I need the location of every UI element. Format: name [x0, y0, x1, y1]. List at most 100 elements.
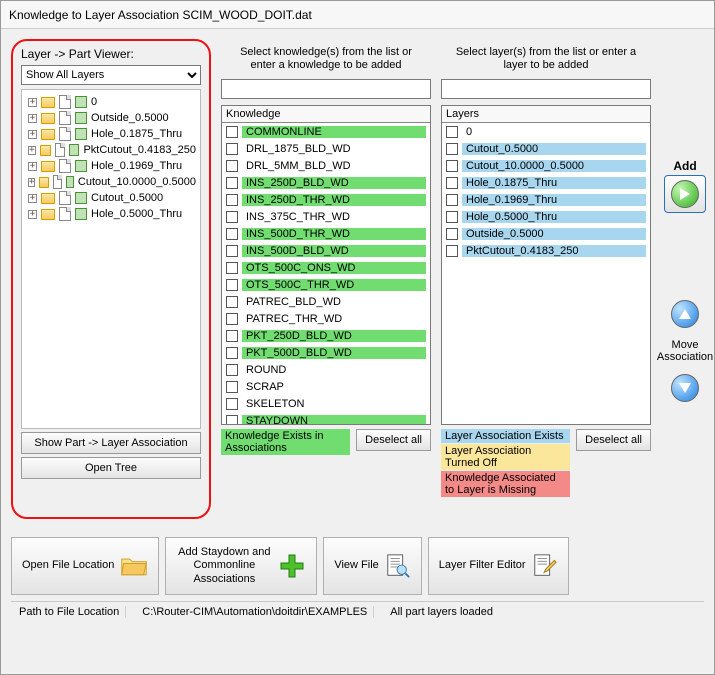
checkbox[interactable] [226, 330, 238, 342]
layer-item[interactable]: Outside_0.5000 [442, 225, 650, 242]
expand-icon[interactable]: + [28, 146, 36, 155]
tree-item[interactable]: +Cutout_0.5000 [24, 190, 198, 206]
knowledge-item[interactable]: INS_500D_BLD_WD [222, 242, 430, 259]
layers-search-input[interactable] [441, 79, 651, 99]
knowledge-item[interactable]: DRL_5MM_BLD_WD [222, 157, 430, 174]
knowledge-item[interactable]: DRL_1875_BLD_WD [222, 140, 430, 157]
knowledge-item[interactable]: SKELETON [222, 395, 430, 412]
layer-item-label: Outside_0.5000 [462, 228, 646, 240]
knowledge-item[interactable]: ROUND [222, 361, 430, 378]
tree-item[interactable]: + Outside_0.5000 [24, 110, 198, 126]
layers-list[interactable]: Layers 0Cutout_0.5000Cutout_10.0000_0.50… [441, 105, 651, 425]
checkbox[interactable] [226, 211, 238, 223]
checkbox[interactable] [226, 228, 238, 240]
layer-filter-dropdown[interactable]: Show All Layers [21, 65, 201, 85]
tree-item[interactable]: +Cutout_10.0000_0.5000 [24, 174, 198, 190]
checkbox[interactable] [226, 126, 238, 138]
layer-item-label: Hole_0.5000_Thru [462, 211, 646, 223]
knowledge-item[interactable]: SCRAP [222, 378, 430, 395]
tree-item[interactable]: +Hole_0.1875_Thru [24, 126, 198, 142]
knowledge-item[interactable]: INS_250D_BLD_WD [222, 174, 430, 191]
knowledge-item[interactable]: INS_250D_THR_WD [222, 191, 430, 208]
add-staydown-commonline-button[interactable]: Add Staydown and Commonline Associations [165, 537, 317, 595]
expand-icon[interactable]: + [28, 194, 37, 203]
tree-item-label: Hole_0.1969_Thru [91, 160, 182, 172]
tree-item[interactable]: + PktCutout_0.4183_250 [24, 142, 198, 158]
checkbox[interactable] [226, 245, 238, 257]
knowledge-item[interactable]: INS_500D_THR_WD [222, 225, 430, 242]
layer-item[interactable]: Cutout_0.5000 [442, 140, 650, 157]
checkbox[interactable] [226, 381, 238, 393]
knowledge-item[interactable]: INS_375C_THR_WD [222, 208, 430, 225]
expand-icon[interactable]: + [28, 98, 37, 107]
view-file-button[interactable]: View File [323, 537, 421, 595]
checkbox[interactable] [446, 211, 458, 223]
checkbox[interactable] [226, 398, 238, 410]
checkbox[interactable] [446, 126, 458, 138]
tree-item[interactable]: +0 [24, 94, 198, 110]
checkbox[interactable] [446, 160, 458, 172]
checkbox[interactable] [446, 143, 458, 155]
expand-icon[interactable]: + [28, 162, 37, 171]
checkbox[interactable] [226, 296, 238, 308]
expand-icon[interactable]: + [28, 178, 35, 187]
knowledge-item[interactable]: OTS_500C_ONS_WD [222, 259, 430, 276]
tree-item-label: Outside_0.5000 [91, 112, 169, 124]
layer-item[interactable]: Hole_0.1969_Thru [442, 191, 650, 208]
move-down-button[interactable] [664, 369, 706, 407]
tree-item-label: Hole_0.5000_Thru [91, 208, 182, 220]
show-part-layer-assoc-button[interactable]: Show Part -> Layer Association [21, 432, 201, 454]
checkbox[interactable] [226, 364, 238, 376]
knowledge-item[interactable]: PATREC_THR_WD [222, 310, 430, 327]
checkbox[interactable] [226, 313, 238, 325]
checkbox[interactable] [446, 228, 458, 240]
part-tree[interactable]: +0+Outside_0.5000+Hole_0.1875_Thru+PktCu… [21, 89, 201, 429]
checkbox[interactable] [226, 160, 238, 172]
tree-item[interactable]: + Hole_0.1969_Thru [24, 158, 198, 174]
checkbox[interactable] [226, 143, 238, 155]
checkbox[interactable] [446, 177, 458, 189]
checkbox[interactable] [226, 415, 238, 426]
layer-item[interactable]: Hole_0.5000_Thru [442, 208, 650, 225]
checkbox[interactable] [226, 177, 238, 189]
tree-item[interactable]: + Hole_0.5000_Thru [24, 206, 198, 222]
layer-item[interactable]: 0 [442, 123, 650, 140]
folder-icon [41, 161, 55, 172]
shape-icon [75, 192, 87, 204]
knowledge-item[interactable]: PKT_250D_BLD_WD [222, 327, 430, 344]
knowledge-list[interactable]: Knowledge COMMONLINEDRL_1875_BLD_WDDRL_5… [221, 105, 431, 425]
layer-item[interactable]: Hole_0.1875_Thru [442, 174, 650, 191]
open-file-location-button[interactable]: Open File Location [11, 537, 159, 595]
knowledge-deselect-button[interactable]: Deselect all [356, 429, 431, 451]
knowledge-item-label: DRL_1875_BLD_WD [242, 143, 426, 155]
layers-deselect-button[interactable]: Deselect all [576, 429, 651, 451]
checkbox[interactable] [446, 194, 458, 206]
layer-item-label: Cutout_0.5000 [462, 143, 646, 155]
knowledge-item[interactable]: COMMONLINE [222, 123, 430, 140]
move-up-button[interactable] [664, 295, 706, 333]
layer-item[interactable]: PktCutout_0.4183_250 [442, 242, 650, 259]
layer-item[interactable]: Cutout_10.0000_0.5000 [442, 157, 650, 174]
expand-icon[interactable]: + [28, 130, 37, 139]
open-tree-button[interactable]: Open Tree [21, 457, 201, 479]
checkbox[interactable] [226, 262, 238, 274]
add-button[interactable] [664, 175, 706, 213]
knowledge-item[interactable]: STAYDOWN [222, 412, 430, 425]
checkbox[interactable] [226, 347, 238, 359]
layer-filter-editor-button[interactable]: Layer Filter Editor [428, 537, 569, 595]
checkbox[interactable] [226, 279, 238, 291]
knowledge-item[interactable]: PATREC_BLD_WD [222, 293, 430, 310]
folder-icon [41, 193, 55, 204]
layers-instructions: Select layer(s) from the list or enter a… [441, 39, 651, 79]
knowledge-item[interactable]: PKT_500D_BLD_WD [222, 344, 430, 361]
status-path-label: Path to File Location [13, 606, 126, 618]
knowledge-instructions: Select knowledge(s) from the list or ent… [221, 39, 431, 79]
knowledge-search-input[interactable] [221, 79, 431, 99]
expand-icon[interactable]: + [28, 114, 37, 123]
checkbox[interactable] [446, 245, 458, 257]
tree-item-label: PktCutout_0.4183_250 [83, 144, 196, 156]
expand-icon[interactable]: + [28, 210, 37, 219]
checkbox[interactable] [226, 194, 238, 206]
knowledge-item[interactable]: OTS_500C_THR_WD [222, 276, 430, 293]
plus-icon [278, 552, 306, 580]
